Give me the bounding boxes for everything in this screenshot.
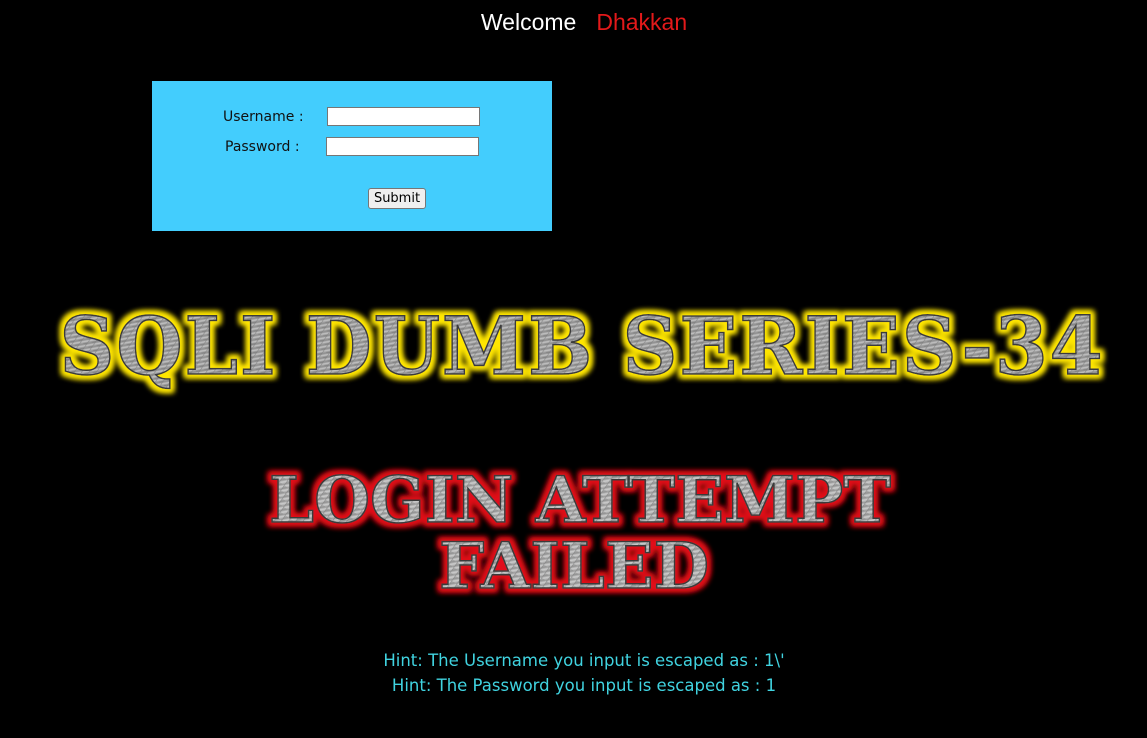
series-title-image: SQLI DUMB SERIES-34 — [0, 300, 1147, 400]
password-label: Password : — [225, 139, 300, 155]
submit-button[interactable]: Submit — [368, 188, 426, 209]
username-input[interactable] — [327, 107, 480, 126]
username-label: Username : — [223, 109, 304, 125]
login-failed-line2: FAILED — [439, 529, 709, 604]
welcome-name: Dhakkan — [596, 9, 688, 35]
series-title-text: SQLI DUMB SERIES-34 — [60, 300, 1105, 393]
hints: Hint: The Username you input is escaped … — [0, 648, 1147, 698]
login-failed-line1: LOGIN ATTEMPT — [269, 463, 891, 538]
welcome-header: Welcome Dhakkan — [0, 9, 1147, 36]
username-hint: Hint: The Username you input is escaped … — [383, 651, 785, 670]
password-hint: Hint: The Password you input is escaped … — [391, 676, 777, 695]
page: Welcome Dhakkan Username : Password : Sub… — [0, 0, 1147, 738]
password-input[interactable] — [326, 137, 479, 156]
login-form: Username : Password : Submit — [152, 81, 552, 231]
login-failed-image: LOGIN ATTEMPT FAILED — [0, 462, 1147, 612]
welcome-text: Welcome — [480, 9, 577, 35]
